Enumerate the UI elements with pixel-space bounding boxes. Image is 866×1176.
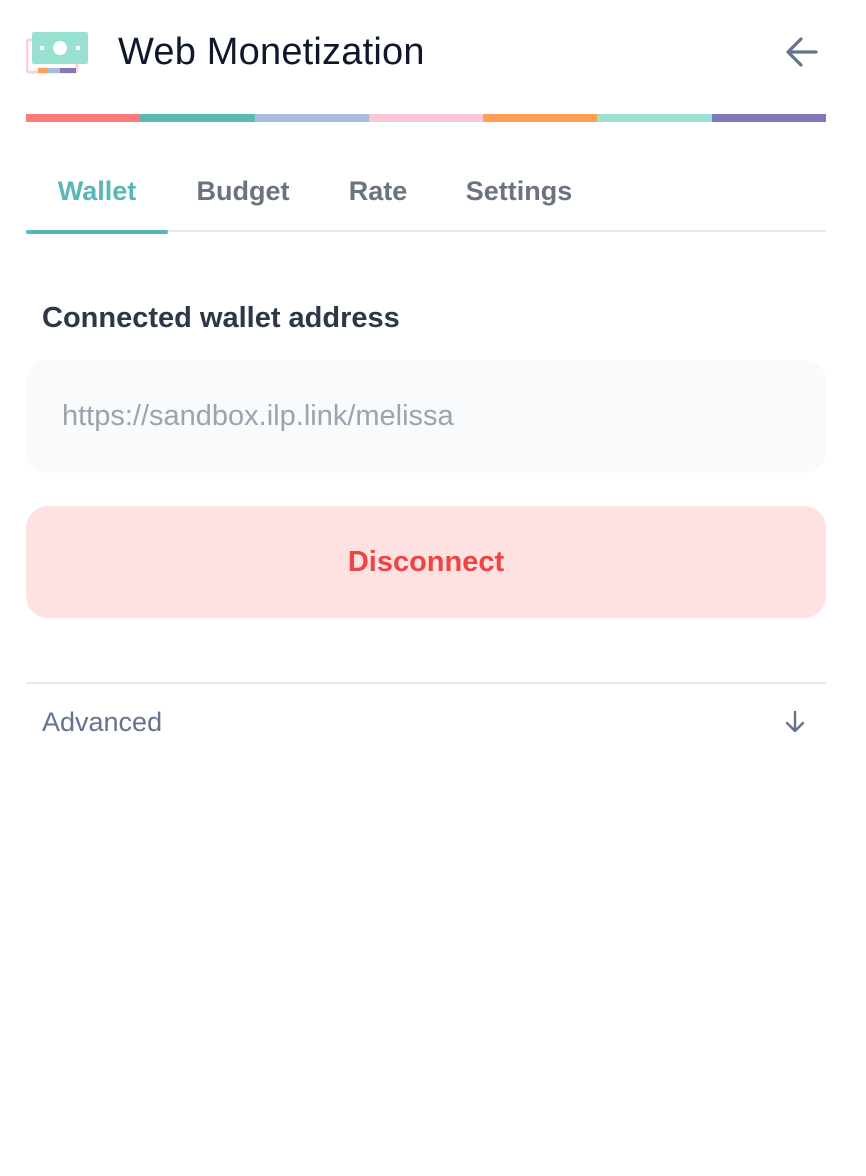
- back-button[interactable]: [782, 32, 822, 72]
- advanced-label: Advanced: [42, 706, 163, 737]
- web-monetization-logo-icon: [25, 26, 90, 78]
- wallet-address-field[interactable]: https://sandbox.ilp.link/melissa: [26, 360, 826, 473]
- stripe-segment: [26, 114, 141, 122]
- arrow-down-icon: [785, 710, 805, 733]
- stripe-segment: [140, 114, 255, 122]
- stripe-segment: [254, 114, 369, 122]
- arrow-left-icon: [786, 37, 818, 67]
- brand-color-stripe: [26, 114, 826, 122]
- stripe-segment: [711, 114, 826, 122]
- stripe-segment: [597, 114, 712, 122]
- disconnect-button[interactable]: Disconnect: [26, 506, 826, 618]
- connected-wallet-label: Connected wallet address: [42, 302, 400, 334]
- tab-wallet[interactable]: Wallet: [26, 160, 168, 234]
- page-title: Web Monetization: [118, 30, 425, 73]
- advanced-toggle[interactable]: Advanced: [26, 686, 826, 758]
- tab-bar: Wallet Budget Rate Settings: [26, 160, 826, 234]
- header: Web Monetization: [25, 22, 826, 82]
- tab-settings[interactable]: Settings: [438, 160, 600, 232]
- tab-rate[interactable]: Rate: [318, 160, 438, 232]
- stripe-segment: [483, 114, 598, 122]
- tab-budget[interactable]: Budget: [168, 160, 318, 232]
- divider: [26, 682, 826, 684]
- stripe-segment: [368, 114, 484, 122]
